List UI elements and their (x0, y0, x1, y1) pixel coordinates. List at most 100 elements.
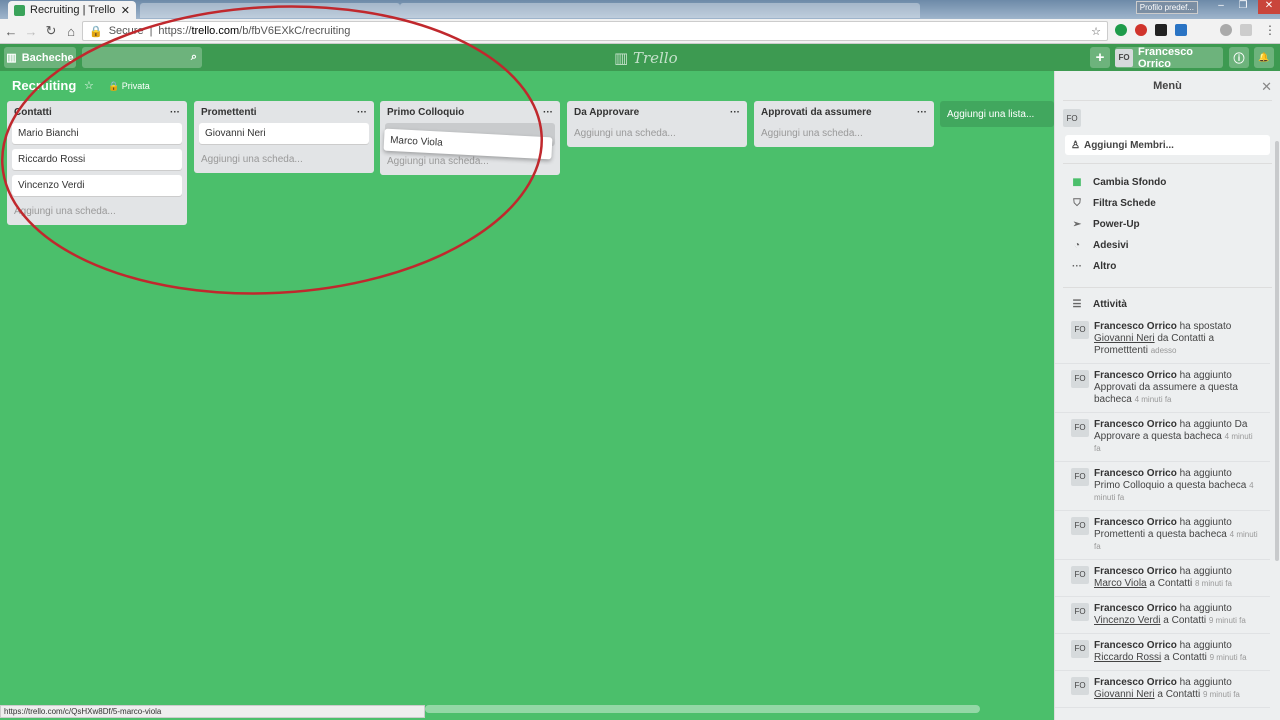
bookmark-star-icon[interactable]: ☆ (1091, 25, 1101, 38)
url-domain: trello.com (191, 25, 240, 37)
member-avatar[interactable]: FO (1063, 109, 1081, 127)
activity-time[interactable]: 9 minuti fa (1209, 616, 1246, 625)
activity-card-link[interactable]: Riccardo Rossi (1094, 652, 1161, 663)
activity-actor[interactable]: Francesco Orrico (1094, 468, 1177, 479)
list-3[interactable]: Da Approvare ··· Aggiungi una scheda... (567, 101, 747, 147)
home-icon[interactable]: ⌂ (62, 24, 80, 39)
boards-button[interactable]: ▥ Bacheche (4, 47, 76, 68)
activity-time[interactable]: 8 minuti fa (1195, 579, 1232, 588)
activity-time[interactable]: adesso (1151, 346, 1177, 355)
activity-actor[interactable]: Francesco Orrico (1094, 677, 1177, 688)
activity-title: Attività (1093, 299, 1127, 310)
reload-icon[interactable]: ↻ (42, 23, 60, 39)
url-input[interactable]: 🔒 Secure | https://trello.com/b/fbV6EXkC/r… (82, 21, 1108, 41)
list-title[interactable]: Approvati da assumere (761, 107, 872, 118)
info-icon[interactable]: ⓘ (1229, 47, 1249, 68)
star-icon[interactable]: ☆ (84, 79, 94, 92)
opera-extension-icon[interactable] (1135, 24, 1147, 36)
visibility-button[interactable]: 🔒 Privata (108, 81, 150, 92)
trello-logo[interactable]: ▥ Trello (614, 49, 678, 67)
chrome-menu-icon[interactable]: ⋮ (1264, 23, 1276, 37)
activity-time[interactable]: 9 minuti fa (1210, 653, 1247, 662)
activity-actor[interactable]: Francesco Orrico (1094, 566, 1177, 577)
minimize-button[interactable]: – (1210, 0, 1232, 14)
list-4[interactable]: Approvati da assumere ··· Aggiungi una sch… (754, 101, 934, 147)
browser-tab[interactable]: Recruiting | Trello ✕ (8, 1, 136, 19)
add-button[interactable]: + (1090, 47, 1110, 68)
activity-item: FO Francesco Orrico ha aggiunto Vincenzo … (1055, 597, 1270, 634)
list-title[interactable]: Promettenti (201, 107, 257, 118)
card[interactable]: Mario Bianchi (12, 123, 182, 144)
activity-card-link[interactable]: Vincenzo Verdi (1094, 615, 1161, 626)
activity-actor[interactable]: Francesco Orrico (1094, 603, 1177, 614)
card[interactable]: Riccardo Rossi (12, 149, 182, 170)
back-icon[interactable]: ← (2, 24, 20, 39)
activity-item: FO Francesco Orrico ha aggiunto Giovanni … (1055, 671, 1270, 708)
list-0[interactable]: Contatti ··· Mario Bianchi Riccardo Rossi Vi… (7, 101, 187, 225)
avatar[interactable]: FO (1071, 677, 1089, 695)
browser-tab[interactable] (140, 3, 400, 18)
list-menu-icon[interactable]: ··· (170, 107, 180, 118)
maximize-button[interactable]: ❐ (1232, 0, 1254, 14)
list-title[interactable]: Primo Colloquio (387, 107, 464, 118)
activity-list-icon: ☰ (1072, 299, 1082, 310)
list-1[interactable]: Promettenti ··· Giovanni Neri Aggiungi una … (194, 101, 374, 173)
avatar[interactable]: FO (1071, 566, 1089, 584)
list-menu-icon[interactable]: ··· (543, 107, 553, 118)
card[interactable]: Giovanni Neri (199, 123, 369, 144)
download-icon[interactable] (1175, 24, 1187, 36)
activity-actor[interactable]: Francesco Orrico (1094, 321, 1177, 332)
menu-item[interactable]: ➢ Power-Up (1055, 214, 1280, 235)
activity-time[interactable]: 9 minuti fa (1203, 690, 1240, 699)
avatar[interactable]: FO (1071, 419, 1089, 437)
activity-time[interactable]: 4 minuti fa (1135, 395, 1172, 404)
extension-icon[interactable] (1240, 24, 1252, 36)
activity-actor[interactable]: Francesco Orrico (1094, 419, 1177, 430)
sidebar-scrollbar[interactable] (1275, 141, 1279, 561)
menu-item[interactable]: ◔ Adesivi (1055, 235, 1280, 256)
avatar[interactable]: FO (1071, 603, 1089, 621)
activity-card-link[interactable]: Giovanni Neri (1094, 689, 1155, 700)
close-tab-icon[interactable]: ✕ (121, 4, 130, 17)
forward-icon[interactable]: → (22, 24, 40, 39)
user-menu-button[interactable]: FO Francesco Orrico (1115, 46, 1223, 70)
avatar[interactable]: FO (1071, 640, 1089, 658)
avatar[interactable]: FO (1071, 468, 1089, 486)
add-card-button[interactable]: Aggiungi una scheda... (12, 201, 182, 221)
person-icon: ♙ (1071, 139, 1080, 151)
activity-actor[interactable]: Francesco Orrico (1094, 517, 1177, 528)
avatar[interactable]: FO (1071, 370, 1089, 388)
notifications-bell-icon[interactable]: 🔔 (1254, 47, 1274, 68)
list-menu-icon[interactable]: ··· (730, 107, 740, 118)
extension-icon[interactable] (1115, 24, 1127, 36)
menu-item[interactable]: ■ Cambia Sfondo (1055, 172, 1280, 193)
avatar[interactable]: FO (1071, 321, 1089, 339)
extension-icon[interactable] (1155, 24, 1167, 36)
add-members-button[interactable]: ♙ Aggiungi Membri... (1065, 135, 1270, 155)
card[interactable]: Vincenzo Verdi (12, 175, 182, 196)
add-card-button[interactable]: Aggiungi una scheda... (572, 123, 742, 143)
menu-item[interactable]: ⛉ Filtra Schede (1055, 193, 1280, 214)
add-card-button[interactable]: Aggiungi una scheda... (199, 149, 369, 169)
browser-tab[interactable] (400, 3, 920, 18)
profile-button[interactable]: Profilo predef... (1135, 1, 1198, 14)
list-title[interactable]: Da Approvare (574, 107, 639, 118)
list-title[interactable]: Contatti (14, 107, 52, 118)
close-icon[interactable]: ✕ (1261, 79, 1272, 95)
activity-card-link[interactable]: Marco Viola (1094, 578, 1147, 589)
activity-item: FO Francesco Orrico ha aggiunto Marco Vio… (1055, 560, 1270, 597)
activity-actor[interactable]: Francesco Orrico (1094, 640, 1177, 651)
menu-item[interactable]: ··· Altro (1055, 256, 1280, 277)
avatar[interactable]: FO (1071, 517, 1089, 535)
extension-icon[interactable] (1220, 24, 1232, 36)
close-window-button[interactable]: ✕ (1258, 0, 1280, 14)
horizontal-scrollbar[interactable] (425, 705, 980, 713)
board-title[interactable]: Recruiting (12, 78, 76, 93)
activity-actor[interactable]: Francesco Orrico (1094, 370, 1177, 381)
activity-card-link[interactable]: Giovanni Neri (1094, 333, 1155, 344)
add-card-button[interactable]: Aggiungi una scheda... (759, 123, 929, 143)
list-menu-icon[interactable]: ··· (917, 107, 927, 118)
list-menu-icon[interactable]: ··· (357, 107, 367, 118)
search-input[interactable]: ⌕ (82, 47, 202, 68)
add-list-button[interactable]: Aggiungi una lista... (940, 101, 1054, 127)
